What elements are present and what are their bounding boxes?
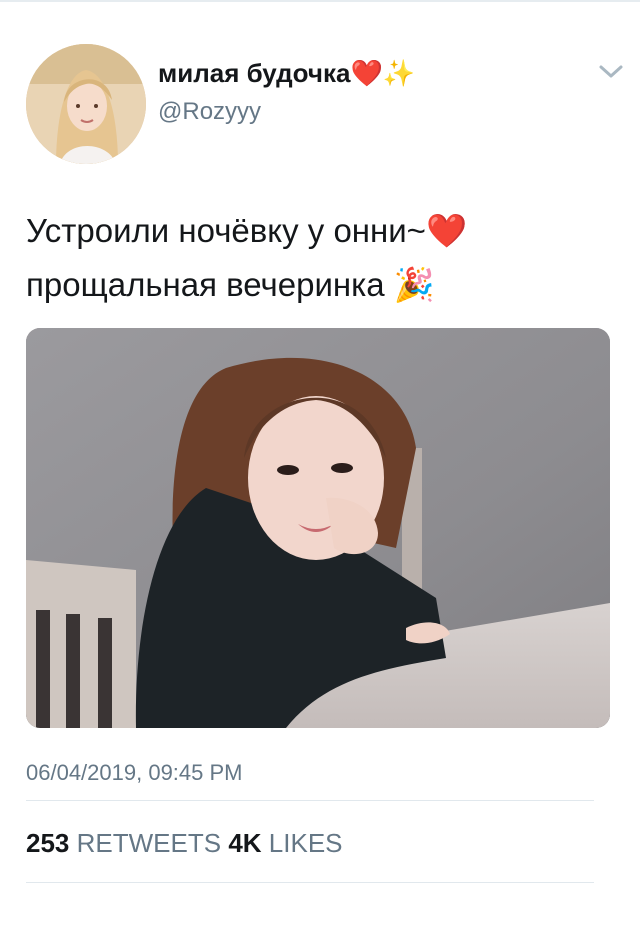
likes-label[interactable]: LIKES [269, 828, 343, 858]
retweets-label[interactable]: RETWEETS [77, 828, 221, 858]
tweet-line-2: прощальная вечеринка 🎉 [26, 258, 616, 312]
tweet-text: Устроили ночёвку у онни~❤️ прощальная ве… [26, 204, 616, 312]
divider [26, 800, 594, 801]
likes-count[interactable]: 4K [228, 828, 261, 858]
divider [26, 882, 594, 883]
tweet-line-1: Устроили ночёвку у онни~❤️ [26, 204, 616, 258]
display-name[interactable]: милая будочка❤️✨ [158, 58, 415, 89]
heart-emoji: ❤️ [350, 59, 383, 89]
tweet-line-2-text: прощальная вечеринка [26, 266, 385, 303]
avatar[interactable] [26, 44, 146, 164]
user-handle[interactable]: @Rozyyy [158, 98, 261, 126]
avatar-image [26, 44, 146, 164]
tweet-stats: 253 RETWEETS 4K LIKES [26, 828, 343, 859]
party-popper-emoji: 🎉 [393, 265, 435, 304]
chevron-down-icon[interactable] [596, 60, 626, 84]
display-name-text: милая будочка [158, 58, 351, 88]
photo-image [26, 328, 610, 728]
sparkles-emoji: ✨ [382, 59, 416, 89]
retweets-count[interactable]: 253 [26, 828, 69, 858]
tweet-timestamp[interactable]: 06/04/2019, 09:45 PM [26, 760, 243, 786]
tweet-photo[interactable] [26, 328, 610, 728]
heart-emoji: ❤️ [425, 211, 468, 250]
tweet-line-1-text: Устроили ночёвку у онни~ [26, 212, 426, 249]
top-border [0, 0, 640, 2]
